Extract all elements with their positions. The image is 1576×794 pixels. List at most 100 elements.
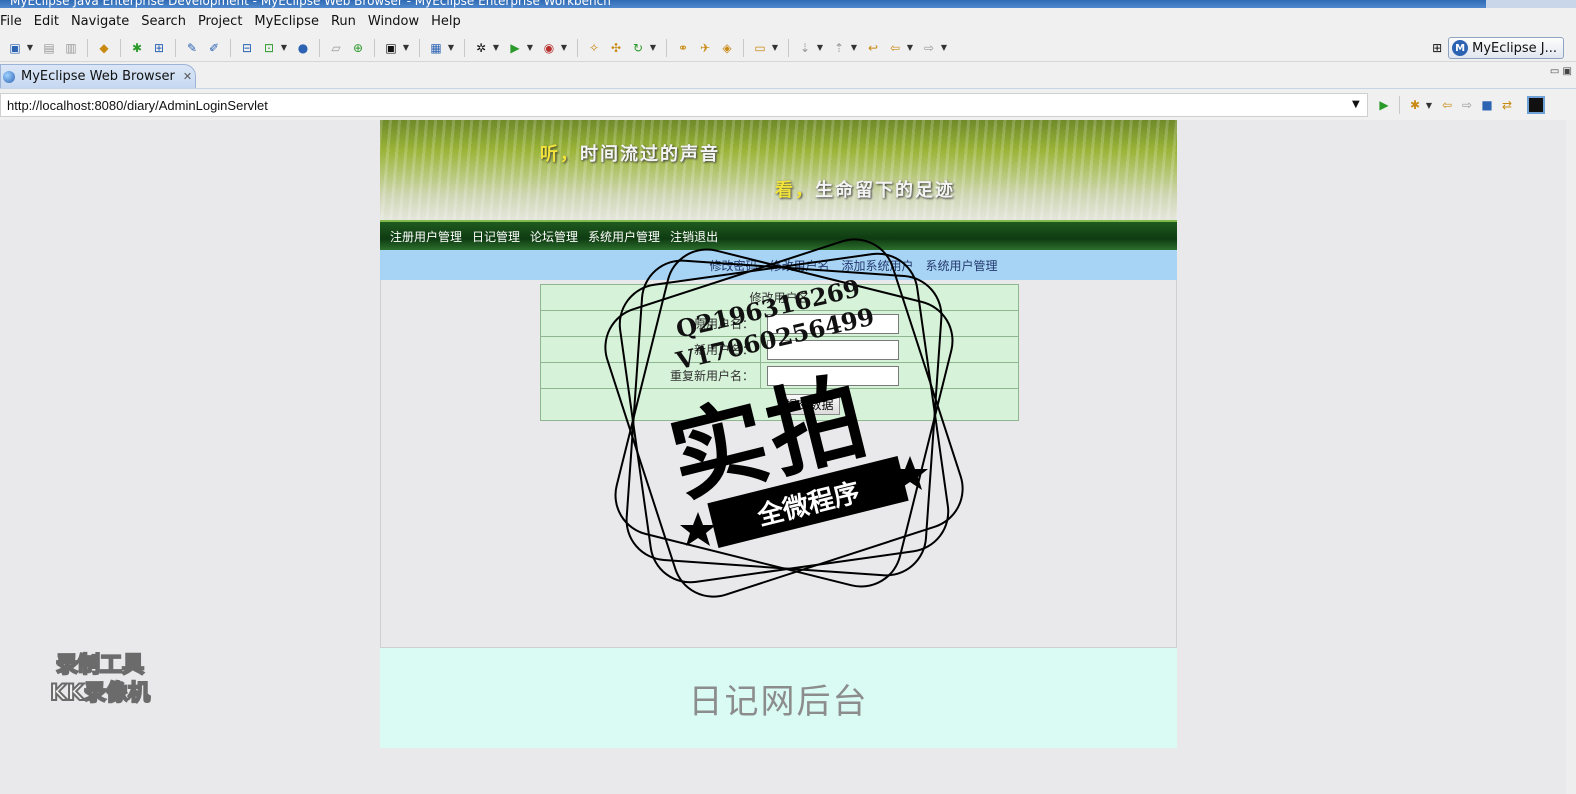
open-folder-dropdown-icon[interactable]: ▼ — [771, 43, 779, 52]
browser-back-icon[interactable]: ⇦ — [1439, 97, 1455, 113]
deploy-icon[interactable]: ✱ — [129, 40, 145, 56]
back-dropdown-icon[interactable]: ▼ — [906, 43, 914, 52]
globe-icon[interactable]: ● — [295, 40, 311, 56]
new-username-input[interactable] — [767, 339, 899, 360]
menu-myeclipse[interactable]: MyEclipse — [248, 14, 325, 29]
refresh-dropdown-icon[interactable]: ▼ — [649, 43, 657, 52]
perspective-label: MyEclipse J... — [1472, 40, 1557, 56]
window-controls[interactable] — [1486, 0, 1576, 8]
menu-project[interactable]: Project — [192, 14, 248, 29]
server-icon[interactable]: ⊞ — [151, 40, 167, 56]
black-square-icon[interactable] — [1527, 96, 1545, 114]
hierarchy-icon[interactable]: ✣ — [608, 40, 624, 56]
banner-line-2: 看，生命留下的足迹 — [775, 176, 955, 202]
menu-edit[interactable]: Edit — [28, 14, 65, 29]
open-perspective-icon[interactable]: ⊞ — [1429, 40, 1445, 56]
bundle-icon[interactable]: ◈ — [719, 40, 735, 56]
run-icon[interactable]: ▶ — [507, 40, 523, 56]
stop-icon[interactable]: ■ — [1479, 97, 1495, 113]
menu-search[interactable]: Search — [135, 14, 192, 29]
forward-dropdown-icon[interactable]: ▼ — [940, 43, 948, 52]
add-icon[interactable]: ⊕ — [350, 40, 366, 56]
next-annotation-dropdown-icon[interactable]: ▼ — [816, 43, 824, 52]
repeat-username-cell — [760, 362, 1019, 389]
open-type-dropdown-icon[interactable]: ▼ — [280, 43, 288, 52]
favorites-icon[interactable]: ✱ — [1407, 97, 1423, 113]
new-dropdown-icon[interactable]: ▼ — [26, 43, 34, 52]
back-arrow-icon[interactable]: ⇦ — [887, 40, 903, 56]
last-edit-icon[interactable]: ↩ — [865, 40, 881, 56]
open-resource-icon[interactable]: ✧ — [586, 40, 602, 56]
report-dropdown-icon[interactable]: ▼ — [447, 43, 455, 52]
refresh-icon[interactable]: ↻ — [630, 40, 646, 56]
submit-button[interactable]: 提交数据 — [779, 394, 840, 415]
web-page: 听，时间流过的声音 看，生命留下的足迹 注册用户管理 日记管理 论坛管理 系统用… — [380, 120, 1177, 748]
banner-line-2-text: 生命留下的足迹 — [815, 180, 955, 201]
old-username-input[interactable] — [767, 313, 899, 334]
globe-icon — [3, 70, 15, 83]
wizard2-icon[interactable]: ✐ — [206, 40, 222, 56]
menu-window[interactable]: Window — [362, 14, 425, 29]
toolbar-separator — [120, 38, 121, 57]
banner-line-1-accent: 听， — [540, 144, 580, 165]
favorites-dropdown-icon[interactable]: ▼ — [1425, 101, 1433, 110]
minimize-maximize-icon[interactable]: ▭ ▣ — [1550, 66, 1572, 77]
close-icon[interactable]: ✕ — [183, 70, 192, 83]
external-tools-icon[interactable]: ◉ — [541, 40, 557, 56]
folder-icon[interactable]: ▱ — [328, 40, 344, 56]
subnav-change-password[interactable]: 修改密码 — [709, 257, 757, 274]
print-icon[interactable]: ▥ — [63, 40, 79, 56]
open-type-icon[interactable]: ⊡ — [261, 40, 277, 56]
nav-registered-users[interactable]: 注册用户管理 — [390, 228, 462, 245]
wizard-icon[interactable]: ✎ — [184, 40, 200, 56]
next-annotation-icon[interactable]: ⇣ — [797, 40, 813, 56]
vertical-scrollbar[interactable] — [1566, 120, 1576, 794]
main-toolbar: ▣ ▼ ▤ ▥ ◆ ✱ ⊞ ✎ ✐ ⊟ ⊡ ▼ ● ▱ ⊕ ▣ ▼ ▦ ▼ ✲ ▼ ▶ ▼ … — [0, 34, 1576, 62]
camera-icon[interactable]: ▣ — [383, 40, 399, 56]
perspective-button[interactable]: M MyEclipse J... — [1448, 37, 1564, 59]
menu-navigate[interactable]: Navigate — [65, 14, 135, 29]
toolbar-separator — [1399, 96, 1400, 114]
db-icon[interactable]: ⊟ — [239, 40, 255, 56]
subnav-system-user-management[interactable]: 系统用户管理 — [926, 257, 998, 274]
external-tools-dropdown-icon[interactable]: ▼ — [560, 43, 568, 52]
subnav-change-username[interactable]: 修改用户名 — [769, 257, 829, 274]
new-icon[interactable]: ▣ — [7, 40, 23, 56]
pin-icon[interactable]: ✈ — [697, 40, 713, 56]
camera-dropdown-icon[interactable]: ▼ — [402, 43, 410, 52]
nav-diary-management[interactable]: 日记管理 — [472, 228, 520, 245]
menu-run[interactable]: Run — [325, 14, 362, 29]
browser-refresh-icon[interactable]: ⇄ — [1499, 97, 1515, 113]
tab-web-browser[interactable]: MyEclipse Web Browser ✕ — [0, 64, 196, 88]
prev-annotation-icon[interactable]: ⇡ — [831, 40, 847, 56]
save-icon[interactable]: ▤ — [41, 40, 57, 56]
run-dropdown-icon[interactable]: ▼ — [526, 43, 534, 52]
url-history-dropdown-icon[interactable]: ▼ — [1352, 99, 1360, 110]
nav-system-users[interactable]: 系统用户管理 — [588, 228, 660, 245]
tab-label: MyEclipse Web Browser — [21, 69, 175, 84]
debug-dropdown-icon[interactable]: ▼ — [492, 43, 500, 52]
myeclipse-logo-icon: M — [1452, 40, 1469, 56]
go-icon[interactable]: ▶ — [1376, 97, 1392, 113]
menu-file[interactable]: File — [0, 14, 28, 29]
window-title: MyEclipse Java Enterprise Development - … — [10, 0, 611, 8]
browser-address-bar: http://localhost:8080/diary/AdminLoginSe… — [0, 88, 1576, 120]
banner-line-1-text: 时间流过的声音 — [580, 144, 720, 165]
menu-help[interactable]: Help — [425, 14, 467, 29]
browser-tools: ▶ ✱ ▼ ⇦ ⇨ ■ ⇄ — [1374, 96, 1545, 114]
banner-line-2-accent: 看， — [775, 180, 815, 201]
prev-annotation-dropdown-icon[interactable]: ▼ — [850, 43, 858, 52]
repeat-username-input[interactable] — [767, 365, 899, 386]
nav-forum-management[interactable]: 论坛管理 — [530, 228, 578, 245]
report-icon[interactable]: ▦ — [428, 40, 444, 56]
open-folder-icon[interactable]: ▭ — [752, 40, 768, 56]
package-icon[interactable]: ◆ — [96, 40, 112, 56]
link-icon[interactable]: ⚭ — [675, 40, 691, 56]
subnav-add-system-user[interactable]: 添加系统用户 — [842, 257, 914, 274]
nav-logout[interactable]: 注销退出 — [670, 228, 718, 245]
toolbar-separator — [230, 38, 231, 57]
browser-forward-icon[interactable]: ⇨ — [1459, 97, 1475, 113]
url-input[interactable]: http://localhost:8080/diary/AdminLoginSe… — [0, 93, 1368, 117]
forward-arrow-icon[interactable]: ⇨ — [921, 40, 937, 56]
debug-icon[interactable]: ✲ — [473, 40, 489, 56]
